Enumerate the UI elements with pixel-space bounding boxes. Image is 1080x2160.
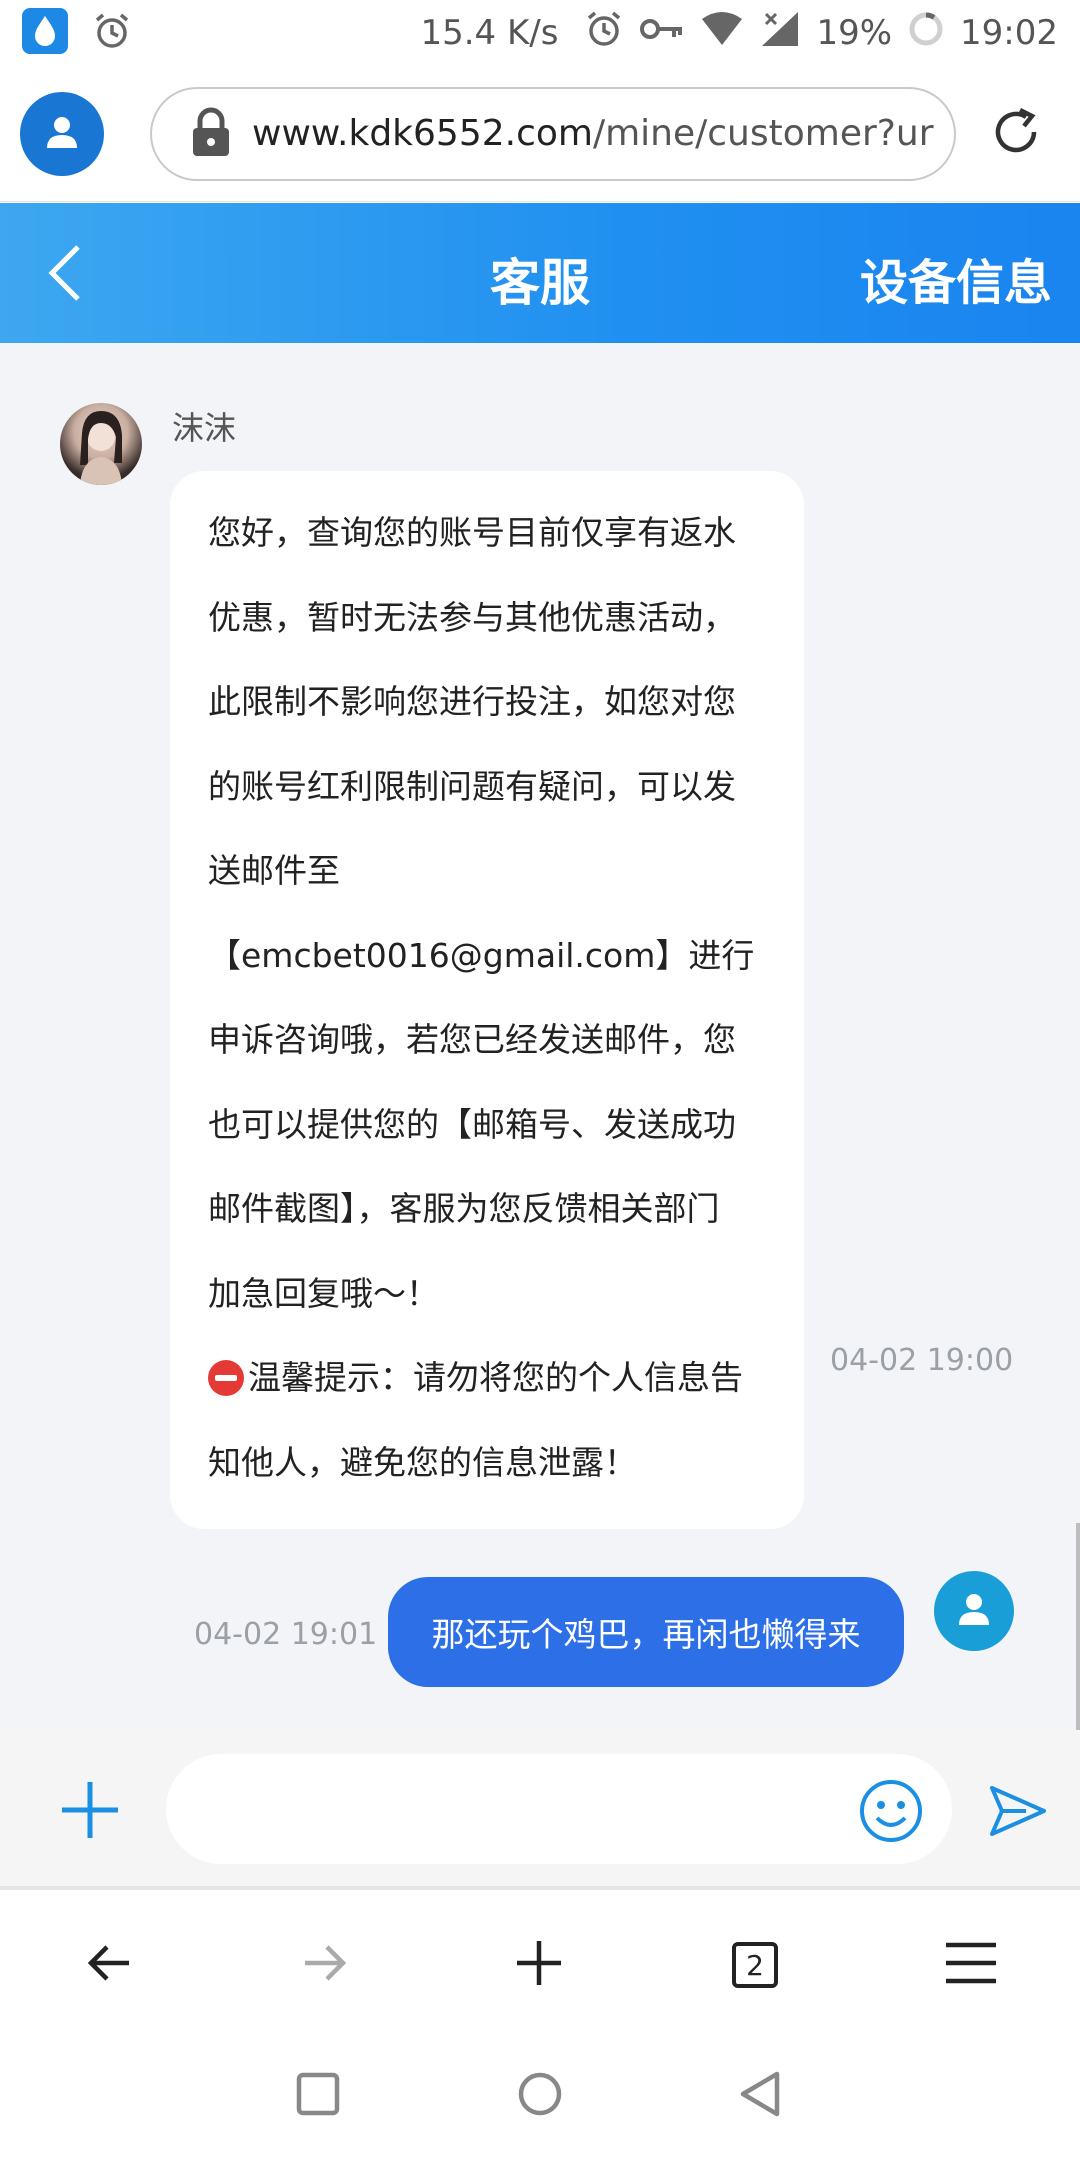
arrow-right-icon (301, 1943, 349, 1987)
alarm-icon (584, 9, 624, 58)
device-info-button[interactable]: 设备信息 (860, 243, 1052, 313)
url-text: www.kdk6552.com/mine/customer?url=h (252, 113, 936, 154)
reload-button[interactable] (986, 104, 1046, 164)
address-bar[interactable]: www.kdk6552.com/mine/customer?url=h (150, 86, 956, 181)
tabs-button[interactable]: 2 (720, 1930, 790, 2000)
square-icon (296, 2072, 340, 2120)
message-line: 送邮件至 (208, 851, 340, 890)
agent-name: 沫沫 (172, 409, 237, 447)
system-back-button[interactable] (728, 2064, 792, 2128)
chat-area[interactable]: 沫沫 您好，查询您的账号目前仅享有返水 优惠，暂时无法参与其他优惠活动， 此限制… (0, 343, 1080, 1733)
message-input[interactable] (166, 1754, 952, 1864)
battery-icon (908, 11, 944, 56)
home-button[interactable] (508, 2064, 572, 2128)
tabs-count: 2 (732, 1942, 778, 1988)
send-button[interactable] (986, 1780, 1048, 1842)
message-line: 申诉咨询哦，若您已经发送邮件，您 (208, 1020, 736, 1059)
message-line: 的账号红利限制问题有疑问，可以发 (208, 766, 736, 806)
triangle-back-icon (737, 2070, 783, 2122)
message-line: 此限制不影响您进行投注，如您对您 (208, 682, 736, 721)
screen: 15.4 K/s 19% 19:02 www.kdk6552.com/mine/… (0, 0, 1080, 2160)
user-message-bubble: 那还玩个鸡巴，再闲也懒得来 (388, 1577, 904, 1687)
nav-forward-button[interactable] (290, 1930, 360, 2000)
message-line: 加急回复哦～！ (208, 1273, 439, 1313)
user-icon (42, 112, 82, 156)
message-line: 优惠，暂时无法参与其他优惠活动， (208, 597, 736, 637)
chat-header: 客服 设备信息 (0, 203, 1080, 343)
status-bar: 15.4 K/s 19% 19:02 (0, 0, 1080, 66)
plus-icon (515, 1939, 563, 1991)
warning-tip: 温馨提示：请勿将您的个人信息告 (208, 1336, 766, 1421)
clock: 19:02 (960, 13, 1058, 53)
new-tab-button[interactable] (504, 1930, 574, 2000)
user-avatar (934, 1571, 1014, 1651)
hamburger-menu-icon (944, 1941, 998, 1989)
lock-icon (190, 107, 232, 161)
user-icon (954, 1589, 994, 1633)
system-navigation-bar (0, 2038, 1080, 2160)
attach-button[interactable] (58, 1778, 122, 1842)
send-icon (986, 1786, 1048, 1846)
message-line: 也可以提供您的【邮箱号、发送成功 (208, 1104, 736, 1144)
nav-back-button[interactable] (74, 1930, 144, 2000)
message-line-email[interactable]: 【emcbet0016@gmail.com】进行 (208, 914, 766, 999)
message-timestamp: 04-02 19:00 (830, 1343, 1014, 1378)
message-line: 您好，查询您的账号目前仅享有返水 (208, 513, 736, 552)
warning-tip-text: 温馨提示：请勿将您的个人信息告 (248, 1358, 743, 1397)
recents-button[interactable] (286, 2064, 350, 2128)
profile-button[interactable] (20, 91, 104, 176)
menu-button[interactable] (936, 1930, 1006, 2000)
agent-avatar (60, 403, 142, 485)
agent-message-bubble: 您好，查询您的账号目前仅享有返水 优惠，暂时无法参与其他优惠活动， 此限制不影响… (170, 471, 804, 1529)
message-line: 邮件截图】，客服为您反馈相关部门 (208, 1189, 720, 1228)
scrollbar[interactable] (1076, 1523, 1080, 1733)
network-speed: 15.4 K/s (420, 13, 559, 53)
circle-icon (516, 2070, 564, 2122)
browser-toolbar: www.kdk6552.com/mine/customer?url=h (0, 66, 1080, 202)
message-composer (0, 1730, 1080, 1890)
emoji-button[interactable] (858, 1778, 924, 1844)
browser-bottom-nav: 2 (0, 1894, 1080, 2038)
message-timestamp: 04-02 19:01 (194, 1617, 378, 1652)
signal-icon (760, 10, 800, 57)
key-icon (640, 13, 684, 53)
message-line: 知他人，避免您的信息泄露！ (208, 1442, 637, 1482)
plus-icon (58, 1782, 122, 1846)
alarm-icon (92, 11, 132, 55)
no-entry-icon (208, 1360, 244, 1396)
battery-level: 19% (816, 13, 893, 53)
wifi-icon (700, 11, 744, 56)
reload-icon (990, 106, 1042, 162)
app-drop-icon (22, 8, 68, 58)
arrow-left-icon (85, 1943, 133, 1987)
smiley-icon (858, 1780, 924, 1848)
